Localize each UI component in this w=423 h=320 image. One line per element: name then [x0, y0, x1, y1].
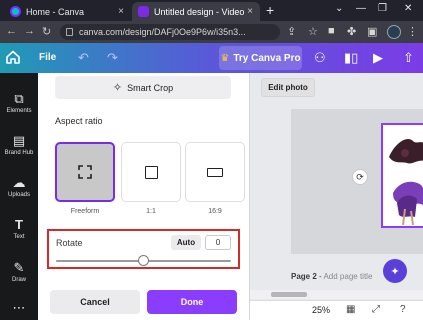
rail-item-label: Elements: [6, 108, 32, 114]
rotate-slider-handle[interactable]: [138, 255, 149, 266]
video-favicon-icon: [138, 6, 149, 17]
close-window-icon[interactable]: ✕: [404, 3, 412, 14]
rail-item-draw[interactable]: ✎ Draw: [0, 260, 38, 283]
canva-top-toolbar: File ↶ ↷ ♛ Try Canva Pro ⚇ ▮▯ ▶ ⇧: [0, 43, 423, 73]
rail-item-label: Draw: [11, 277, 26, 283]
ratio-1-1-option[interactable]: [121, 142, 181, 202]
back-icon[interactable]: ←: [6, 25, 17, 37]
add-page-title-placeholder: Add page title: [323, 272, 373, 281]
undo-icon[interactable]: ↶: [78, 50, 89, 66]
pen-draw-icon: ✎: [13, 260, 25, 275]
selected-photo[interactable]: [381, 123, 423, 228]
brand-hub-icon: ▤: [12, 133, 26, 148]
try-pro-label: Try Canva Pro: [233, 52, 301, 64]
cloud-upload-icon: ☁: [12, 175, 26, 190]
people-icon[interactable]: ⚇: [314, 50, 326, 66]
maximize-icon[interactable]: ❐: [378, 3, 387, 14]
magic-assistant-sparkle-icon[interactable]: ✦: [383, 259, 407, 283]
forward-icon[interactable]: →: [24, 25, 35, 37]
try-canva-pro-button[interactable]: ♛ Try Canva Pro: [219, 46, 302, 70]
tab-title: Home - Canva: [26, 6, 85, 17]
ratio-label: 16:9: [208, 208, 222, 215]
share-icon[interactable]: ⇪: [287, 25, 296, 38]
redo-icon[interactable]: ↷: [107, 50, 118, 66]
ratio-label: Freeform: [70, 208, 100, 215]
file-menu[interactable]: File: [39, 52, 56, 63]
done-button[interactable]: Done: [147, 290, 237, 314]
tab-search-icon[interactable]: ⌄: [335, 3, 343, 14]
bottom-status-bar: 25% ▦ ⤢ ?: [250, 300, 423, 320]
widescreen-icon: [207, 167, 223, 177]
browser-address-bar: ← → ↻ canva.com/design/DAFj0Oe9P6w/i35n3…: [0, 21, 423, 43]
url-field[interactable]: canva.com/design/DAFj0Oe9P6w/i35n3...: [60, 24, 280, 40]
square-icon: [144, 165, 158, 179]
play-icon[interactable]: ▶: [373, 50, 383, 66]
aspect-ratio-heading: Aspect ratio: [55, 116, 103, 126]
reload-icon[interactable]: ↻: [42, 25, 51, 38]
rotate-value-input[interactable]: 0: [205, 235, 231, 250]
zoom-level[interactable]: 25%: [312, 305, 330, 315]
auto-rotate-button[interactable]: Auto: [171, 235, 201, 250]
crown-icon: ♛: [220, 52, 230, 64]
rail-item-label: Brand Hub: [4, 150, 34, 156]
url-text: canva.com/design/DAFj0Oe9P6w/i35n3...: [79, 27, 246, 37]
rotate-section-highlight: Rotate Auto 0: [47, 229, 240, 269]
rail-item-uploads[interactable]: ☁ Uploads: [0, 175, 38, 198]
chart-icon[interactable]: ▮▯: [344, 50, 358, 66]
home-icon[interactable]: [4, 48, 22, 66]
more-dots-icon: ⋯: [12, 300, 26, 315]
dancer-photo-image: [383, 125, 423, 226]
smart-crop-button[interactable]: ✧ Smart Crop: [55, 76, 231, 99]
ratio-16-9-option[interactable]: [185, 142, 245, 202]
fullscreen-icon[interactable]: ⤢: [372, 304, 380, 315]
page-number: Page 2: [291, 272, 317, 281]
sidebar-icon[interactable]: ▣: [367, 25, 377, 38]
text-t-icon: T: [15, 217, 23, 232]
tab-title: Untitled design - Video: [154, 6, 245, 17]
side-rail: ⧉ Elements ▤ Brand Hub ☁ Uploads T Text …: [0, 73, 38, 320]
page-title-row[interactable]: Page 2 - Add page title: [291, 272, 372, 281]
lock-icon: [66, 28, 73, 36]
menu-kebab-icon[interactable]: ⋮: [407, 25, 418, 38]
rail-item-brand-hub[interactable]: ▤ Brand Hub: [0, 133, 38, 156]
rail-item-label: Uploads: [7, 192, 30, 198]
rail-item-more[interactable]: ⋯: [0, 300, 38, 315]
canva-favicon-icon: [10, 6, 21, 17]
profile-avatar[interactable]: [387, 25, 401, 39]
rotate-label: Rotate: [56, 238, 83, 248]
browser-tab-home[interactable]: Home - Canva ×: [4, 2, 131, 21]
ratio-freeform-option[interactable]: [55, 142, 115, 202]
grid-view-icon[interactable]: ▦: [346, 304, 355, 315]
ratio-label: 1:1: [146, 208, 156, 215]
freeform-corners-icon: [78, 165, 92, 179]
help-icon[interactable]: ?: [400, 304, 406, 315]
editor-canvas-area: Edit photo ⟳ Page 2 - Add page title ✦ 2…: [250, 73, 423, 320]
horizontal-scrollbar[interactable]: [250, 290, 423, 299]
elements-icon: ⧉: [14, 91, 24, 106]
crop-panel: ✧ Smart Crop Aspect ratio Freeform 1:1 1…: [38, 73, 249, 320]
close-tab-icon[interactable]: ×: [115, 6, 127, 17]
close-tab-icon[interactable]: ×: [244, 6, 256, 17]
browser-tab-design[interactable]: Untitled design - Video ×: [132, 2, 260, 21]
rail-item-text[interactable]: T Text: [0, 217, 38, 240]
minimize-icon[interactable]: —: [356, 3, 366, 14]
bookmark-star-icon[interactable]: ☆: [308, 25, 318, 38]
edit-photo-button[interactable]: Edit photo: [261, 78, 315, 97]
share-upload-icon[interactable]: ⇧: [403, 50, 414, 66]
new-tab-button[interactable]: +: [266, 2, 274, 19]
scrollbar-thumb[interactable]: [271, 292, 307, 297]
rail-item-label: Text: [13, 234, 25, 240]
rotate-handle-icon[interactable]: ⟳: [352, 169, 368, 185]
cancel-button[interactable]: Cancel: [50, 290, 140, 314]
puzzle-icon[interactable]: ✤: [347, 25, 356, 38]
browser-tab-strip: Home - Canva × Untitled design - Video ×…: [0, 0, 423, 21]
extension-icon[interactable]: ■: [328, 25, 335, 37]
rail-item-elements[interactable]: ⧉ Elements: [0, 91, 38, 114]
magic-wand-icon: ✧: [112, 82, 123, 94]
smart-crop-label: Smart Crop: [127, 82, 174, 93]
